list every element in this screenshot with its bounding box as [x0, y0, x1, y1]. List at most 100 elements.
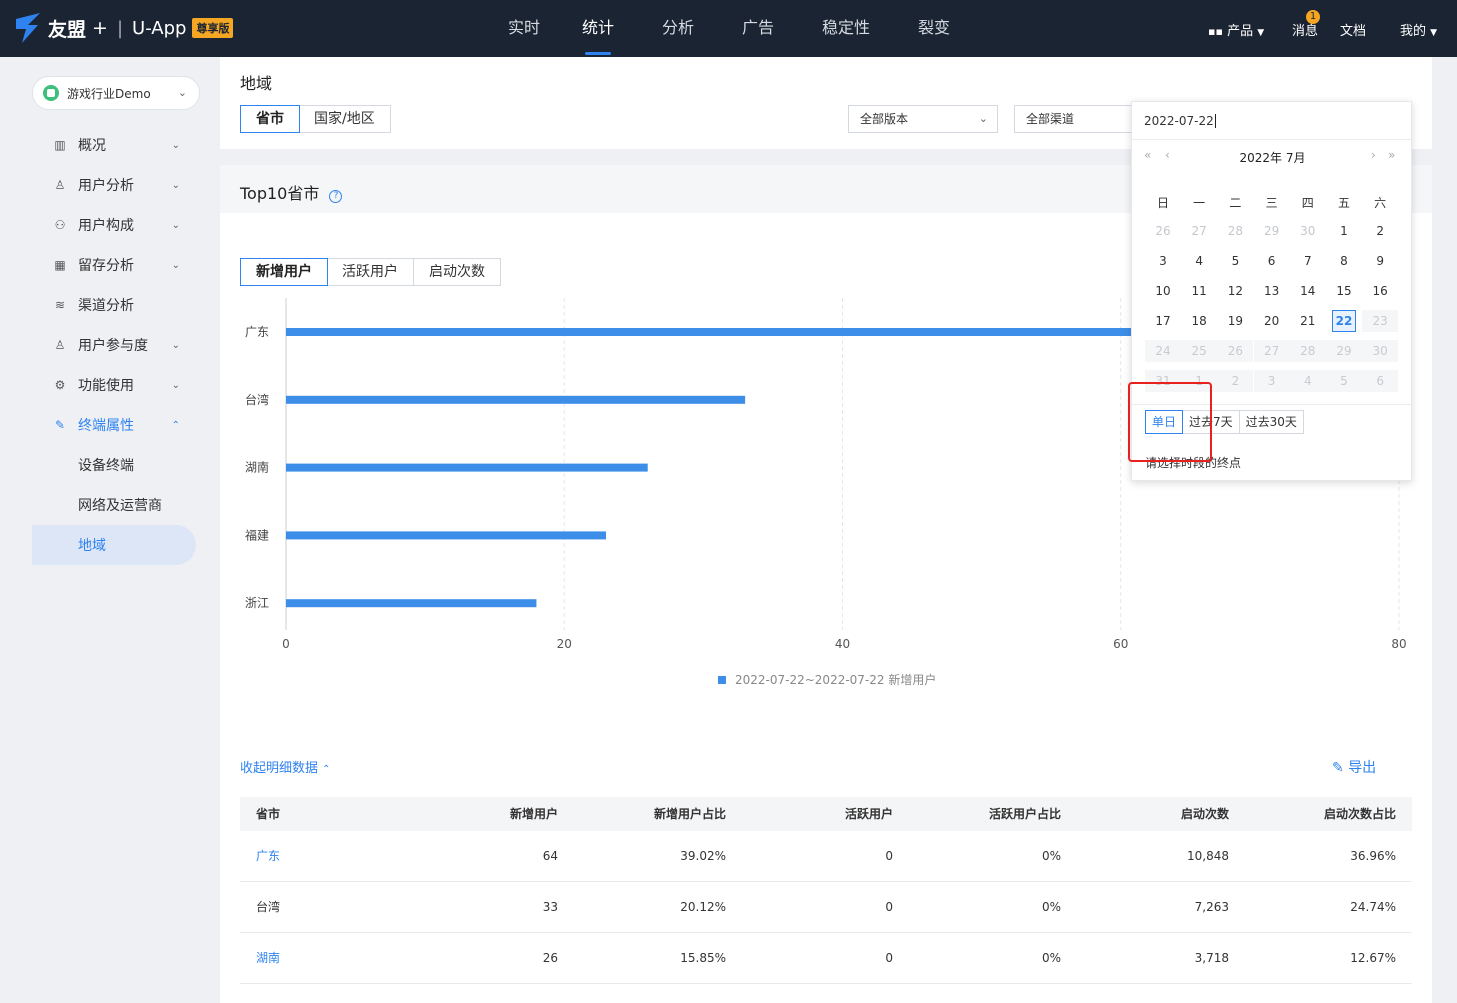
x-tick-label: 0 [282, 637, 290, 651]
nav-fission[interactable]: 裂变 [894, 0, 974, 57]
calendar-day[interactable]: 7 [1296, 250, 1320, 272]
calendar-day[interactable]: 3 [1151, 250, 1175, 272]
category-label: 湖南 [245, 460, 269, 475]
nav-analysis[interactable]: 分析 [638, 0, 718, 57]
umeng-bird-icon [16, 13, 40, 43]
menu-terminal-attributes[interactable]: ✎ 终端属性 ⌃ [52, 405, 192, 445]
chevron-down-icon: ⌄ [171, 339, 180, 351]
tab-launches[interactable]: 启动次数 [414, 259, 500, 285]
calendar-day[interactable]: 6 [1362, 370, 1399, 392]
tab-country[interactable]: 国家/地区 [299, 106, 390, 132]
menu-retention[interactable]: ▦ 留存分析 ⌄ [52, 245, 192, 285]
next-year-icon[interactable]: » [1388, 148, 1395, 162]
calendar-day[interactable]: 9 [1368, 250, 1392, 272]
submenu-device[interactable]: 设备终端 [78, 455, 134, 475]
menu-engagement[interactable]: ♙ 用户参与度 ⌄ [52, 325, 192, 365]
channel-select[interactable]: 全部渠道 [1014, 105, 1144, 133]
calendar-day[interactable]: 24 [1145, 340, 1181, 362]
calendar-day[interactable]: 20 [1260, 310, 1284, 332]
calendar-day[interactable]: 27 [1253, 340, 1290, 362]
calendar-day[interactable]: 28 [1289, 340, 1326, 362]
calendar-day[interactable]: 27 [1187, 220, 1211, 242]
calendar-day[interactable]: 29 [1326, 340, 1362, 362]
calendar-day[interactable]: 26 [1151, 220, 1175, 242]
table-cell: 36.96% [1350, 849, 1396, 863]
submenu-network[interactable]: 网络及运营商 [78, 495, 162, 515]
calendar-day[interactable]: 10 [1151, 280, 1175, 302]
table-row: 湖南 26 15.85% 0 0% 3,718 12.67% [240, 933, 1412, 984]
quick-single-day[interactable]: 单日 [1145, 410, 1184, 434]
products-menu[interactable]: ▪▪ 产品 ▼ [1208, 20, 1264, 39]
x-tick-label: 80 [1391, 637, 1406, 651]
calendar-day[interactable]: 30 [1362, 340, 1399, 362]
help-icon[interactable]: ? [329, 190, 343, 203]
region-cell[interactable]: 广东 [256, 831, 280, 881]
calendar-day[interactable]: 14 [1296, 280, 1320, 302]
calendar-day[interactable]: 4 [1187, 250, 1211, 272]
nav-stability[interactable]: 稳定性 [798, 0, 894, 57]
calendar-day[interactable]: 21 [1296, 310, 1320, 332]
export-button[interactable]: ✎ 导出 [1332, 757, 1376, 777]
calendar-day[interactable]: 2 [1368, 220, 1392, 242]
page-title: 地域 [240, 74, 273, 93]
calendar-grid-icon: ▦ [54, 258, 66, 272]
nav-realtime[interactable]: 实时 [490, 0, 558, 57]
calendar-day[interactable]: 2 [1217, 370, 1254, 392]
calendar-day[interactable]: 15 [1332, 280, 1356, 302]
category-label: 广东 [245, 325, 269, 339]
calendar-day[interactable]: 5 [1326, 370, 1362, 392]
region-cell: 台湾 [256, 900, 281, 914]
next-month-icon[interactable]: › [1371, 148, 1376, 162]
calendar-day[interactable]: 22 [1332, 310, 1356, 332]
account-label: 我的 [1400, 24, 1427, 39]
quick-past-30-days[interactable]: 过去30天 [1238, 410, 1304, 434]
calendar-day[interactable]: 17 [1151, 310, 1175, 332]
column-header: 省市 [256, 807, 281, 821]
tab-active-users[interactable]: 活跃用户 [327, 259, 414, 285]
quick-range-buttons: 单日 过去7天 过去30天 [1145, 410, 1304, 434]
menu-channel[interactable]: ≋ 渠道分析 [52, 285, 192, 325]
calendar-day[interactable]: 26 [1217, 340, 1254, 362]
calendar-day[interactable]: 29 [1260, 220, 1284, 242]
region-cell[interactable]: 湖南 [256, 933, 280, 983]
version-select[interactable]: 全部版本 ⌄ [848, 105, 998, 133]
tab-province[interactable]: 省市 [240, 105, 300, 133]
calendar-day[interactable]: 12 [1223, 280, 1247, 302]
calendar-day[interactable]: 11 [1187, 280, 1211, 302]
menu-features[interactable]: ⚙ 功能使用 ⌄ [52, 365, 192, 405]
date-input-value: 2022-07-22 [1144, 114, 1214, 128]
calendar-day[interactable]: 8 [1332, 250, 1356, 272]
calendar-day[interactable]: 18 [1187, 310, 1211, 332]
version-select-value: 全部版本 [860, 112, 909, 126]
date-input[interactable]: 2022-07-22 [1132, 102, 1413, 140]
calendar-day[interactable]: 19 [1223, 310, 1247, 332]
nav-statistics[interactable]: 统计 [558, 0, 638, 57]
calendar-day[interactable]: 23 [1362, 310, 1399, 332]
calendar-day[interactable]: 25 [1181, 340, 1218, 362]
menu-overview[interactable]: ▥ 概况 ⌄ [52, 125, 192, 165]
account-menu[interactable]: 我的 ▼ [1400, 20, 1437, 39]
calendar-day[interactable]: 30 [1296, 220, 1320, 242]
table-cell: 3,718 [1194, 951, 1229, 965]
top-navigation-bar: 友盟 + | U-App 尊享版 实时 统计 分析 广告 稳定性 裂变 ▪▪ 产… [0, 0, 1457, 57]
menu-user-composition[interactable]: ⚇ 用户构成 ⌄ [52, 205, 192, 245]
app-selector[interactable]: 游戏行业Demo ⌄ [32, 76, 200, 110]
menu-user-analysis[interactable]: ♙ 用户分析 ⌄ [52, 165, 192, 205]
calendar-day[interactable]: 6 [1260, 250, 1284, 272]
calendar-day[interactable]: 28 [1223, 220, 1247, 242]
caret-down-icon: ▼ [1257, 28, 1265, 38]
submenu-region[interactable]: 地域 [78, 535, 106, 555]
calendar-day[interactable]: 4 [1289, 370, 1326, 392]
nav-ads[interactable]: 广告 [718, 0, 798, 57]
calendar-day[interactable]: 5 [1223, 250, 1247, 272]
calendar-day[interactable]: 3 [1253, 370, 1290, 392]
calendar-day[interactable]: 1 [1332, 220, 1356, 242]
submenu-active-bg [32, 525, 196, 565]
umeng-logo[interactable]: 友盟 + | U-App 尊享版 [14, 10, 234, 46]
calendar-day[interactable]: 13 [1260, 280, 1284, 302]
calendar-day[interactable]: 16 [1368, 280, 1392, 302]
collapse-details-link[interactable]: 收起明细数据 ⌃ [240, 757, 331, 776]
docs-link[interactable]: 文档 [1340, 20, 1366, 39]
x-tick-label: 20 [557, 637, 572, 651]
tab-new-users[interactable]: 新增用户 [240, 258, 328, 286]
